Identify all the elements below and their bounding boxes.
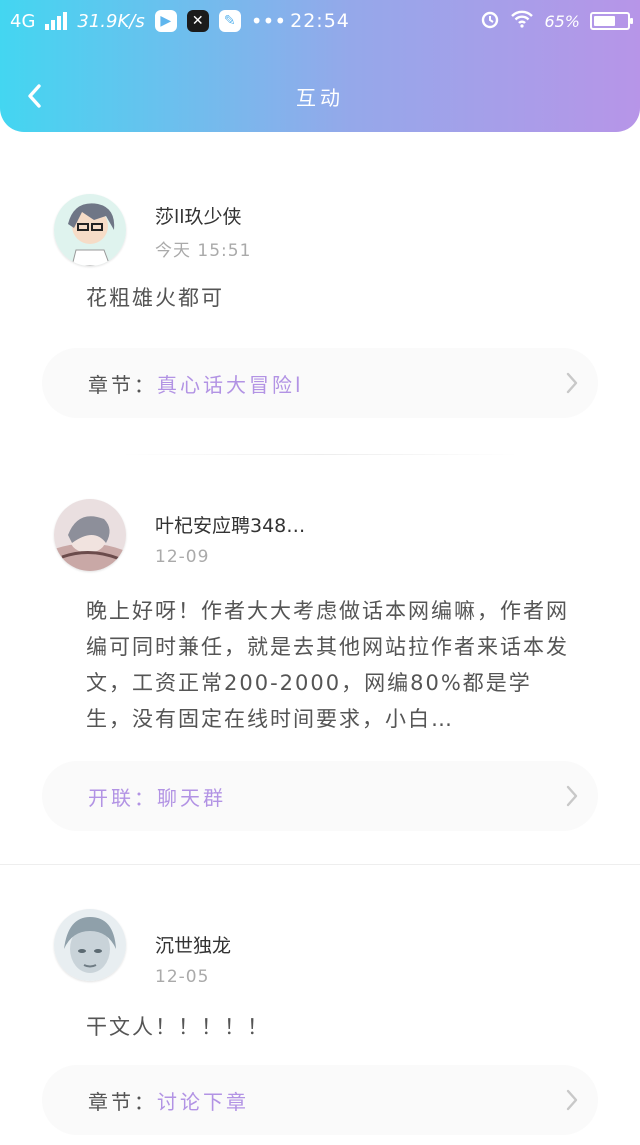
chapter-link[interactable]: 开联： 聊天群 — [42, 761, 598, 831]
status-bar: 4G 31.9K/s ▶ ✕ ✎ ••• 22:54 65% — [0, 0, 640, 42]
user-name[interactable]: 莎ll玖少侠 — [155, 202, 242, 229]
battery-icon — [590, 12, 633, 30]
post-item: 沉世独龙 12-05 干文人！！！！！ 章节： 讨论下章 — [0, 865, 640, 1145]
user-name[interactable]: 叶杞安应聘348… — [155, 511, 305, 538]
ref-label: 开联： — [88, 785, 157, 810]
post-time: 12-09 — [155, 547, 210, 567]
nav-bar: 互动 — [0, 66, 640, 126]
chevron-right-icon — [566, 1089, 578, 1111]
chapter-link[interactable]: 章节： 真心话大冒险l — [42, 348, 598, 418]
user-name[interactable]: 沉世独龙 — [155, 931, 231, 958]
post-item: 叶杞安应聘348… 12-09 晚上好呀！作者大大考虑做话本网编嘛，作者网编可同… — [0, 455, 640, 865]
ref-value: 讨论下章 — [157, 1089, 249, 1114]
header: 4G 31.9K/s ▶ ✕ ✎ ••• 22:54 65% 互动 — [0, 0, 640, 132]
ref-value: 真心话大冒险l — [157, 372, 304, 397]
post-content: 晚上好呀！作者大大考虑做话本网编嘛，作者网编可同时兼任，就是去其他网站拉作者来话… — [86, 599, 569, 731]
chevron-right-icon — [566, 785, 578, 807]
post-time: 今天 15:51 — [155, 241, 252, 261]
post-content: 干文人！！！！！ — [86, 1015, 270, 1039]
interaction-feed: 莎ll玖少侠 今天 15:51 花粗雄火都可 章节： 真心话大冒险l 叶杞安应聘… — [0, 150, 640, 1145]
ref-label: 章节： — [88, 372, 157, 397]
post-time: 12-05 — [155, 967, 210, 987]
chevron-right-icon — [566, 372, 578, 394]
ref-label: 章节： — [88, 1089, 157, 1114]
page-title: 互动 — [296, 86, 344, 110]
avatar[interactable] — [54, 499, 126, 571]
chapter-link[interactable]: 章节： 讨论下章 — [42, 1065, 598, 1135]
post-content: 花粗雄火都可 — [86, 286, 224, 310]
avatar[interactable] — [54, 194, 126, 266]
ref-value: 聊天群 — [157, 785, 226, 810]
post-item: 莎ll玖少侠 今天 15:51 花粗雄火都可 章节： 真心话大冒险l — [0, 150, 640, 455]
avatar[interactable] — [54, 909, 126, 981]
clock: 22:54 — [290, 10, 350, 32]
